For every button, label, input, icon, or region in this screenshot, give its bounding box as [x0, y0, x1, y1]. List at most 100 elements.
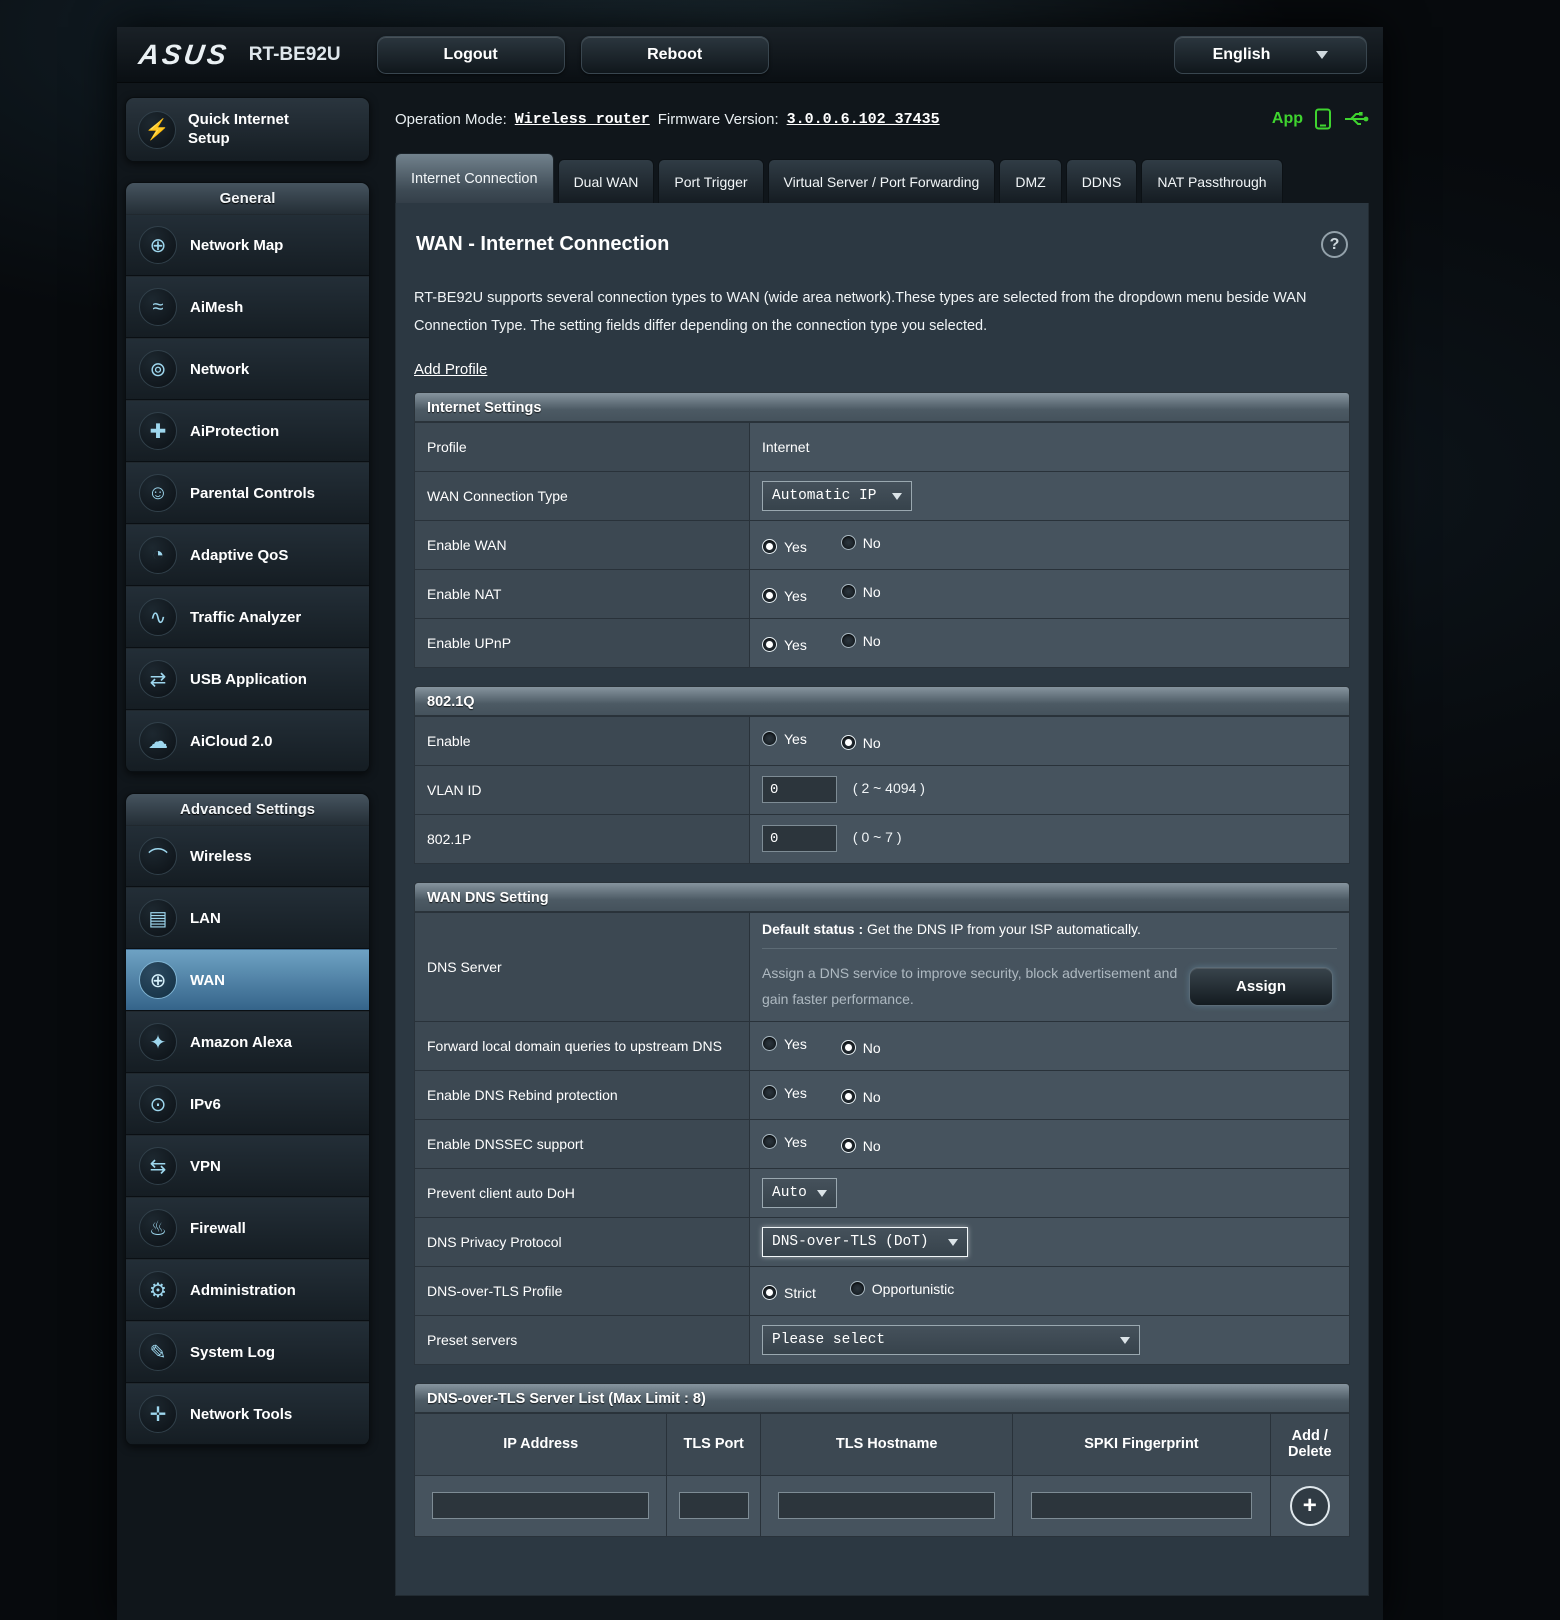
dot-profile-opportunistic-radio[interactable]: Opportunistic: [849, 1281, 954, 1297]
vlan-id-range-hint: ( 2 ~ 4094 ): [852, 779, 925, 796]
sidebar-item-administration[interactable]: ⚙ Administration: [126, 1259, 369, 1321]
dot1q-enable-no-radio[interactable]: No: [840, 735, 881, 751]
enable-wan-yes-radio[interactable]: Yes: [762, 539, 807, 555]
table-row: Enable DNSSEC support Yes No: [414, 1118, 1350, 1169]
dns-privacy-protocol-label: DNS Privacy Protocol: [414, 1216, 750, 1267]
operation-mode-label: Operation Mode:: [395, 110, 507, 128]
add-profile-link[interactable]: Add Profile: [414, 361, 487, 378]
dot-profile-strict-radio[interactable]: Strict: [762, 1285, 816, 1301]
sidebar-item-aicloud[interactable]: ☁ AiCloud 2.0: [126, 710, 369, 772]
dot1q-enable-yes-radio[interactable]: Yes: [762, 731, 807, 747]
radio-icon: [762, 588, 777, 604]
dot-ip-address-input[interactable]: [432, 1492, 650, 1520]
forward-local-dns-yes-radio[interactable]: Yes: [762, 1036, 807, 1052]
sidebar-item-lan[interactable]: ▤ LAN: [126, 887, 369, 949]
sidebar-item-adaptive-qos[interactable]: ◔ Adaptive QoS: [126, 524, 369, 586]
preset-servers-select[interactable]: Please select: [762, 1324, 1140, 1355]
wan-connection-type-select[interactable]: Automatic IP: [762, 480, 912, 511]
table-row: DNS Privacy Protocol DNS-over-TLS (DoT): [414, 1216, 1350, 1267]
tab-dmz[interactable]: DMZ: [999, 159, 1062, 203]
language-dropdown[interactable]: English: [1174, 35, 1367, 74]
app-label[interactable]: App: [1272, 110, 1303, 128]
sidebar-item-wireless[interactable]: ⌒ Wireless: [126, 825, 369, 887]
operation-mode-link[interactable]: Wireless router: [515, 111, 650, 128]
dot-tls-hostname-input[interactable]: [778, 1492, 995, 1520]
sidebar-item-label: Quick Internet Setup: [188, 110, 289, 147]
sidebar-item-aiprotection[interactable]: ✚ AiProtection: [126, 400, 369, 462]
radio-icon: [840, 1089, 856, 1105]
enable-wan-no-radio[interactable]: No: [840, 535, 881, 551]
sidebar-item-firewall[interactable]: ♨ Firewall: [126, 1197, 369, 1259]
sidebar-item-network-map[interactable]: ⊕ Network Map: [126, 214, 369, 276]
dot1p-range-hint: ( 0 ~ 7 ): [852, 828, 902, 845]
dot-spki-fingerprint-input[interactable]: [1030, 1492, 1252, 1520]
prevent-doh-label: Prevent client auto DoH: [414, 1167, 750, 1218]
enable-upnp-label: Enable UPnP: [414, 617, 750, 668]
enable-wan-label: Enable WAN: [414, 519, 750, 570]
dns-rebind-no-radio[interactable]: No: [840, 1089, 881, 1105]
assign-button[interactable]: Assign: [1188, 966, 1333, 1006]
forward-local-dns-no-radio[interactable]: No: [840, 1040, 881, 1056]
ipv6-icon: ⊙: [139, 1085, 177, 1123]
sidebar-item-usb-application[interactable]: ⇄ USB Application: [126, 648, 369, 710]
wan-connection-type-label: WAN Connection Type: [414, 470, 750, 521]
mobile-app-icon[interactable]: [1313, 108, 1333, 130]
table-row: Forward local domain queries to upstream…: [414, 1020, 1350, 1071]
column-header-ip-address: IP Address: [413, 1412, 668, 1476]
enable-upnp-yes-radio[interactable]: Yes: [762, 637, 807, 653]
tab-internet-connection[interactable]: Internet Connection: [395, 153, 554, 203]
logout-button[interactable]: Logout: [376, 35, 565, 74]
radio-icon: [762, 539, 777, 555]
radio-icon: [762, 1134, 777, 1150]
add-dot-server-button[interactable]: +: [1289, 1485, 1330, 1526]
sidebar: ⚡ Quick Internet Setup General ⊕ Network…: [125, 97, 370, 1466]
tab-ddns[interactable]: DDNS: [1065, 159, 1138, 203]
usb-status-icon[interactable]: [1343, 109, 1369, 129]
firmware-version-link[interactable]: 3.0.0.6.102_37435: [787, 111, 940, 128]
model-name: RT-BE92U: [248, 43, 341, 65]
sidebar-item-wan[interactable]: ⊕ WAN: [126, 949, 369, 1011]
sidebar-item-traffic-analyzer[interactable]: ∿ Traffic Analyzer: [126, 586, 369, 648]
tab-virtual-server-port-forwarding[interactable]: Virtual Server / Port Forwarding: [767, 159, 996, 203]
sidebar-item-quick-internet-setup[interactable]: ⚡ Quick Internet Setup: [126, 98, 369, 161]
quick-internet-setup-icon: ⚡: [138, 110, 176, 149]
column-header-add-delete: Add / Delete: [1269, 1412, 1350, 1476]
help-icon[interactable]: ?: [1321, 231, 1348, 258]
enable-nat-yes-radio[interactable]: Yes: [762, 588, 807, 604]
network-icon: ⊚: [139, 350, 177, 388]
tab-nat-passthrough[interactable]: NAT Passthrough: [1141, 159, 1283, 203]
sidebar-item-vpn[interactable]: ⇆ VPN: [126, 1135, 369, 1197]
sidebar-item-ipv6[interactable]: ⊙ IPv6: [126, 1073, 369, 1135]
table-row: VLAN ID ( 2 ~ 4094 ): [414, 764, 1350, 815]
sidebar-item-system-log[interactable]: ✎ System Log: [126, 1321, 369, 1383]
dot-tls-port-input[interactable]: [678, 1492, 749, 1520]
enable-nat-no-radio[interactable]: No: [840, 584, 881, 600]
dns-privacy-protocol-select[interactable]: DNS-over-TLS (DoT): [762, 1226, 968, 1257]
table-row: Enable DNS Rebind protection Yes No: [414, 1069, 1350, 1120]
wan-globe-icon: ⊕: [139, 961, 177, 999]
sidebar-item-aimesh[interactable]: ≈ AiMesh: [126, 276, 369, 338]
column-header-spki-fingerprint: SPKI Fingerprint: [1012, 1412, 1271, 1476]
preset-servers-label: Preset servers: [414, 1314, 750, 1365]
column-header-tls-hostname: TLS Hostname: [759, 1412, 1014, 1476]
table-row: Prevent client auto DoH Auto: [414, 1167, 1350, 1218]
dns-rebind-yes-radio[interactable]: Yes: [762, 1085, 807, 1101]
dnssec-no-radio[interactable]: No: [840, 1138, 881, 1154]
prevent-doh-select[interactable]: Auto: [762, 1177, 837, 1208]
sidebar-item-network[interactable]: ⊚ Network: [126, 338, 369, 400]
vlan-id-input[interactable]: [762, 776, 837, 804]
table-row: Preset servers Please select: [414, 1314, 1350, 1365]
dot-profile-label: DNS-over-TLS Profile: [414, 1265, 750, 1316]
radio-icon: [840, 535, 856, 551]
reboot-button[interactable]: Reboot: [580, 35, 769, 74]
usb-application-icon: ⇄: [139, 660, 177, 698]
tab-dual-wan[interactable]: Dual WAN: [557, 159, 655, 203]
sidebar-item-parental-controls[interactable]: ☺ Parental Controls: [126, 462, 369, 524]
tab-port-trigger[interactable]: Port Trigger: [658, 159, 764, 203]
sidebar-item-amazon-alexa[interactable]: ✦ Amazon Alexa: [126, 1011, 369, 1073]
dot1p-input[interactable]: [762, 825, 837, 853]
enable-upnp-no-radio[interactable]: No: [840, 633, 881, 649]
sidebar-item-network-tools[interactable]: ✛ Network Tools: [126, 1383, 369, 1445]
dnssec-yes-radio[interactable]: Yes: [762, 1134, 807, 1150]
dns-rebind-label: Enable DNS Rebind protection: [414, 1069, 750, 1120]
